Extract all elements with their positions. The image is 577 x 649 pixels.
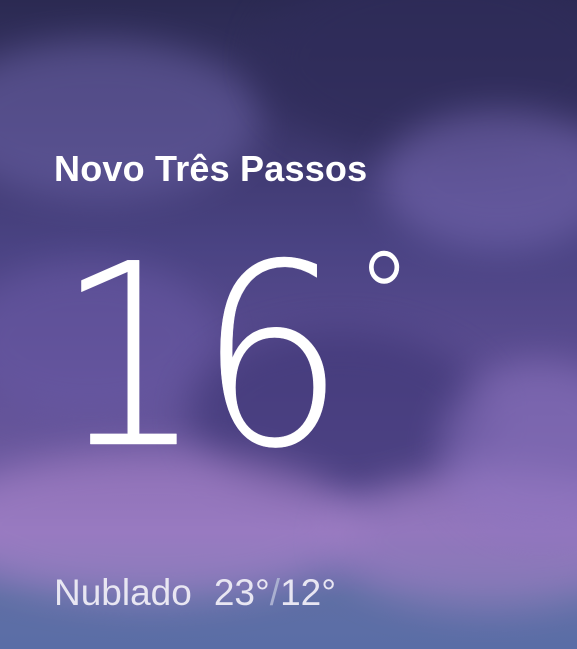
weather-summary: Nublado 23°/12° — [54, 572, 336, 614]
temperature-separator: / — [269, 572, 281, 613]
location-name[interactable]: Novo Três Passos — [54, 148, 367, 190]
temperature-value: 16 — [56, 211, 346, 504]
high-temperature: 23° — [213, 572, 270, 613]
condition-text: Nublado — [54, 572, 192, 613]
current-temperature: 16 ° — [56, 228, 412, 484]
degree-symbol: ° — [356, 228, 412, 367]
low-temperature: 12° — [280, 572, 337, 613]
